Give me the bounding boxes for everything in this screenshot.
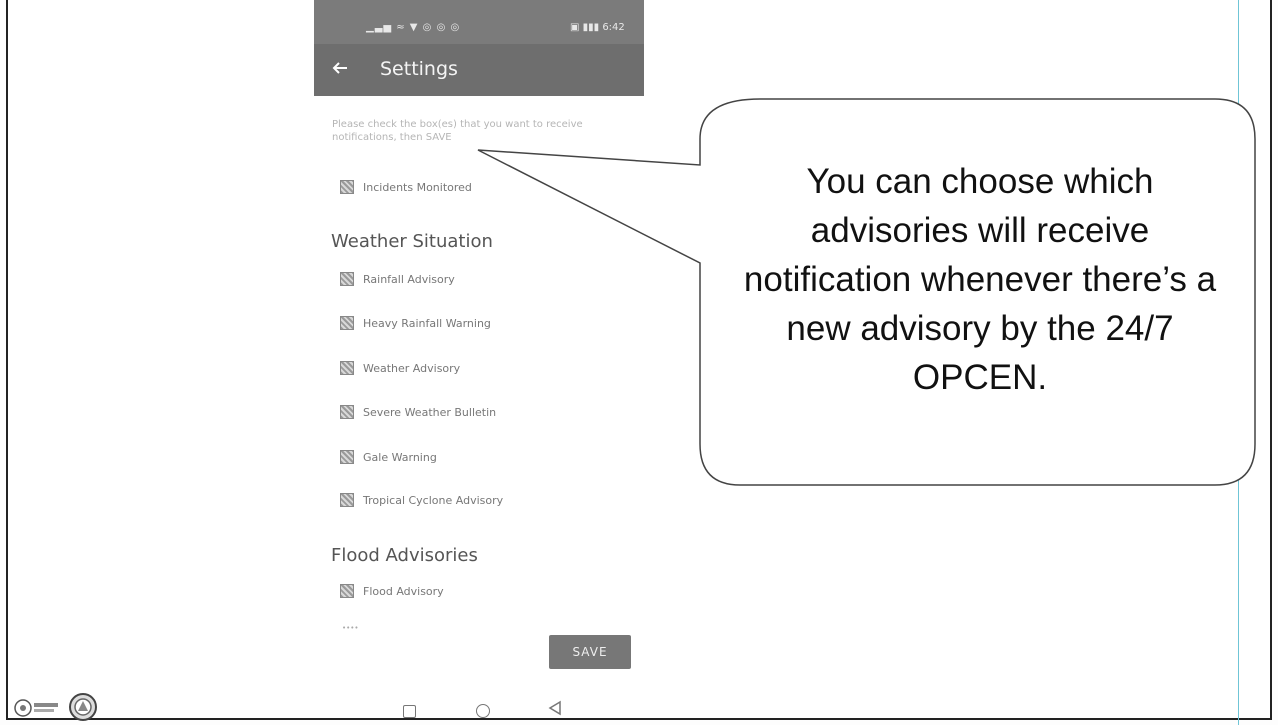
seal-icon <box>69 693 97 721</box>
organization-logo <box>14 699 58 717</box>
callout-text: You can choose which advisories will rec… <box>743 162 1217 397</box>
